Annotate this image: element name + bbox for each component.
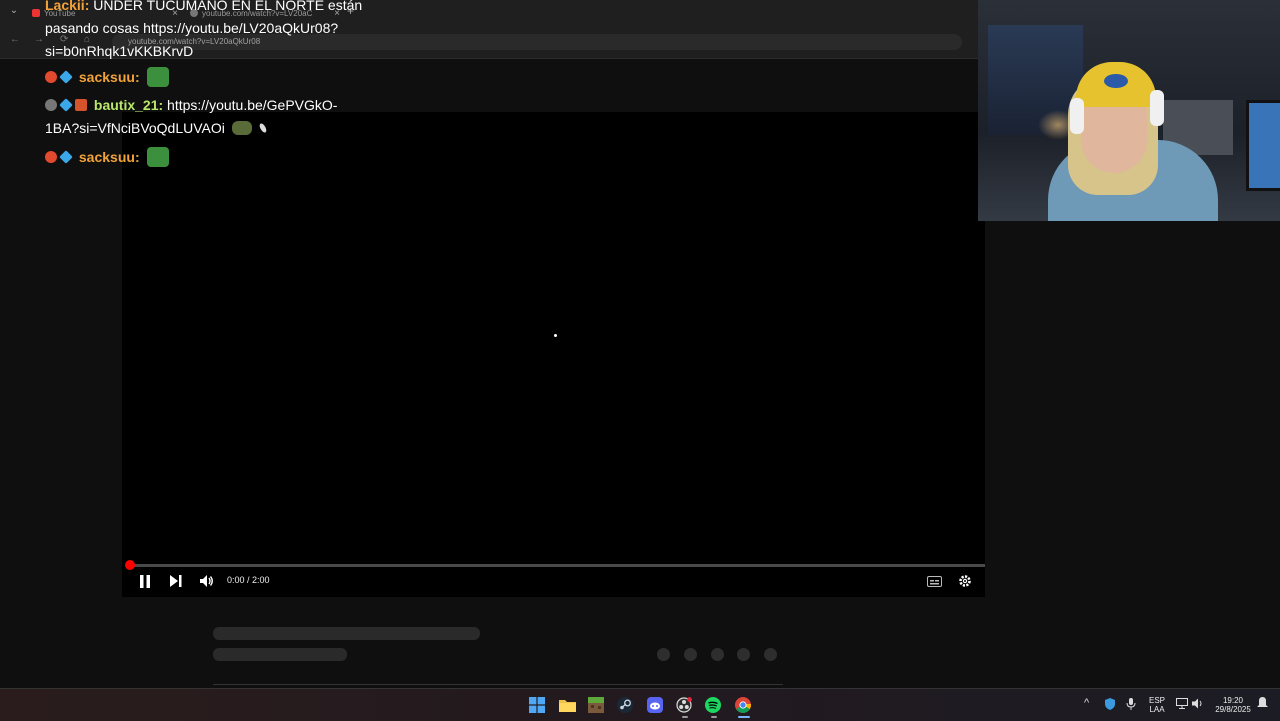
badge-icon [45,99,57,111]
tab-search-button[interactable]: ⌄ [6,5,22,19]
windows-start-button[interactable] [528,696,546,714]
active-indicator [738,716,750,718]
discord-button[interactable] [646,696,664,714]
subtitles-button[interactable] [924,572,944,590]
divider [213,684,783,685]
video-player[interactable]: 0:00 / 2:00 [122,112,985,597]
discord-icon [647,697,663,713]
language-indicator[interactable]: ESP LAA [1146,696,1168,714]
badge-icon [45,71,57,83]
windows-icon [529,697,545,713]
chrome-icon [735,697,751,713]
chat-separator: : [84,0,90,13]
chat-text: UNDER TUCUMANO EN EL NORTE están [93,0,363,13]
pause-icon [140,574,150,588]
chat-username: bautix_21 [93,97,159,113]
next-icon [170,575,182,587]
forward-icon[interactable]: → [34,34,44,45]
webcam-overlay [978,0,1280,221]
emote-icon [146,147,169,167]
title-skeleton [213,627,480,640]
running-indicator [682,716,688,718]
pause-button[interactable] [136,572,154,590]
webcam-beanie-logo [1104,74,1128,88]
chat-separator: : [134,69,140,85]
chat-message: bautix_21: https://youtu.be/GePVGkO- [45,94,337,117]
next-button[interactable] [167,572,185,590]
chat-separator: : [158,97,164,113]
volume-icon[interactable] [1192,698,1204,712]
badge-icon [75,99,87,111]
folder-icon [558,700,576,712]
settings-button[interactable] [955,572,975,590]
subtitles-icon [926,575,942,587]
clock-date: 29/8/2025 [1215,705,1251,714]
badge-icon [59,98,73,112]
badge-icon [59,70,73,84]
tray-overflow-button[interactable]: ^ [1084,697,1089,709]
notification-icon[interactable] [1257,697,1268,712]
youtube-favicon-icon [32,9,40,17]
network-icon[interactable] [1176,698,1188,712]
steam-icon [617,697,633,713]
headphones-icon [1070,98,1084,134]
chat-text: si=b0nRhqk1vKKBKrvD [45,43,194,59]
loading-spinner [554,334,557,337]
emote-icon [258,122,268,134]
chat-message: Lackii: UNDER TUCUMANO EN EL NORTE están [45,0,362,17]
defender-icon[interactable] [1104,698,1116,713]
gear-icon [959,575,971,587]
webcam-monitor [1246,100,1280,191]
chat-message-continued: pasando cosas https://youtu.be/LV20aQkUr… [45,17,338,40]
chat-text: 1BA?si=VfNciBVoQdLUVAOi [45,120,225,136]
keyboard-layout: LAA [1149,705,1165,714]
chat-text: https://youtu.be/GePVGkO- [167,97,338,113]
chat-username: Lackii [45,0,85,13]
action-skeleton [684,648,697,661]
progress-bar[interactable] [130,564,985,567]
running-indicator [711,716,717,718]
clock-time: 19:20 [1222,696,1244,705]
chat-username: sacksuu [78,149,135,165]
microphone-icon[interactable] [1126,698,1136,713]
action-skeleton [657,648,670,661]
file-explorer-button[interactable] [558,696,576,714]
action-skeleton [764,648,777,661]
chat-message: sacksuu: [45,66,169,89]
minecraft-button[interactable] [587,696,605,714]
chrome-button[interactable] [734,696,752,714]
obs-icon [676,697,692,713]
steam-button[interactable] [616,696,634,714]
spotify-button[interactable] [704,696,722,714]
chat-message-continued: si=b0nRhqk1vKKBKrvD [45,40,193,63]
chat-separator: : [134,149,140,165]
badge-icon [59,150,73,164]
chat-text: pasando cosas https://youtu.be/LV20aQkUr… [45,20,339,36]
chat-username: sacksuu [78,69,135,85]
time-display: 0:00 / 2:00 [227,575,270,585]
volume-icon [200,575,213,587]
back-icon[interactable]: ← [10,34,20,45]
volume-button[interactable] [198,572,216,590]
spotify-icon [705,697,721,713]
action-skeleton [711,648,724,661]
clock[interactable]: 19:20 29/8/2025 [1210,696,1256,714]
scrubber-handle[interactable] [125,560,135,570]
taskbar: ^ ESP LAA 19:20 29/8/2025 [0,688,1280,721]
subtitle-skeleton [213,648,347,661]
action-skeleton [737,648,750,661]
obs-button[interactable] [675,696,693,714]
emote-icon [231,121,252,135]
language-code: ESP [1148,696,1165,705]
chat-message: sacksuu: [45,146,169,169]
emote-icon [146,67,169,87]
headphones-icon [1150,90,1164,126]
badge-icon [45,151,57,163]
chat-message-continued: 1BA?si=VfNciBVoQdLUVAOi [45,117,268,140]
minecraft-icon [588,697,604,713]
